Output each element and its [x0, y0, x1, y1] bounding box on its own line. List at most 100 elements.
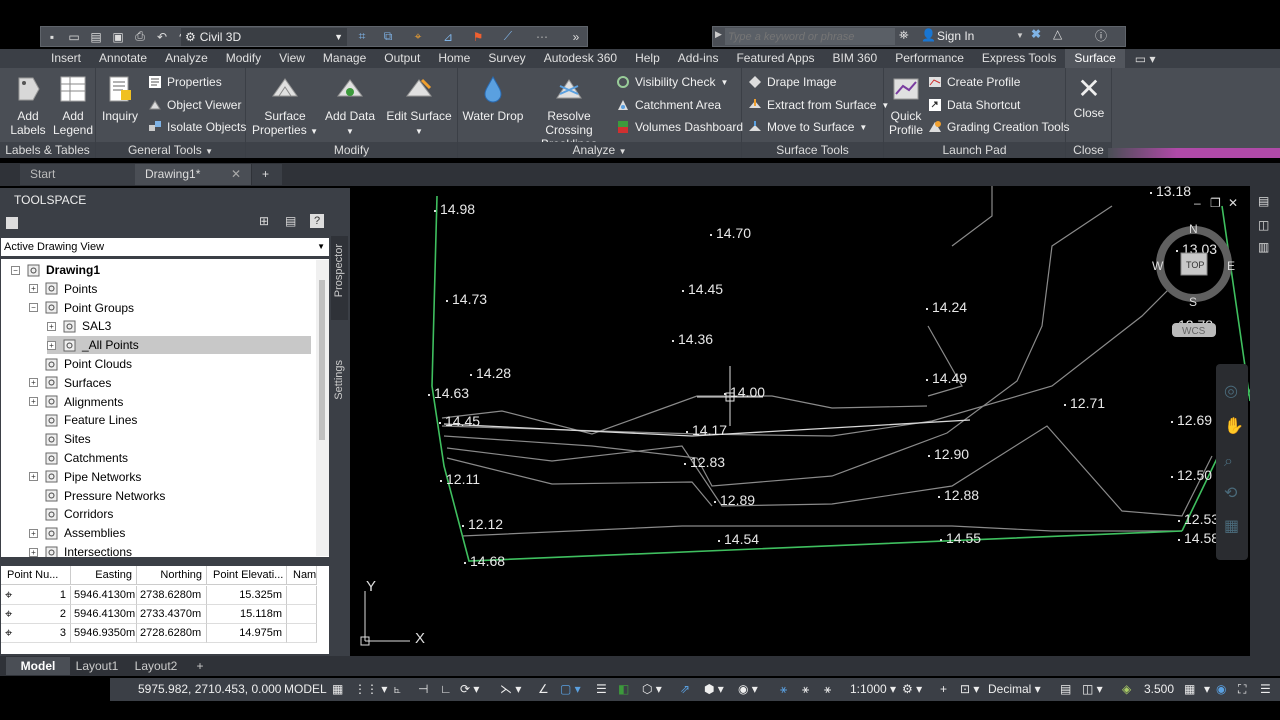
tree-item[interactable]: Point Clouds	[29, 355, 132, 373]
tree-item[interactable]: − Point Groups	[29, 299, 134, 317]
elevation-label[interactable]: 12.11	[446, 471, 480, 487]
water-drop-button[interactable]: Water Drop	[462, 74, 524, 123]
column-header[interactable]: Easting	[71, 566, 137, 585]
tree-item[interactable]: + Surfaces	[29, 374, 111, 392]
expander-icon[interactable]: +	[29, 284, 38, 294]
dynamic-ucs-icon[interactable]: ⬢ ▾	[704, 678, 724, 701]
elevation-label[interactable]: 14.49	[932, 370, 967, 386]
group-title-analyze[interactable]: Analyze ▼	[458, 142, 741, 158]
tab-survey[interactable]: Survey	[479, 49, 534, 68]
tab-home[interactable]: Home	[429, 49, 479, 68]
grid-icon[interactable]: ▦	[332, 678, 343, 701]
annotation-scale-icon[interactable]: ⚹	[824, 678, 831, 701]
tree-item[interactable]: + Points	[29, 280, 97, 298]
create-profile-button[interactable]: Create Profile	[928, 75, 1020, 89]
elevation-label[interactable]: 13.18	[1156, 183, 1191, 199]
drawing-viewport[interactable]: 14.98 14.70 14.73 14.45 14.24 14.36 14.28 14.00…	[352, 183, 1253, 656]
tab-annotate[interactable]: Annotate	[90, 49, 156, 68]
expander-icon[interactable]: +	[47, 321, 56, 331]
tree-item[interactable]: Corridors	[29, 505, 113, 523]
table-row[interactable]: ⌖ 1 5946.4130m 2738.6280m 15.325m	[1, 586, 329, 605]
point-marker[interactable]	[724, 393, 726, 395]
binoculars-icon[interactable]: ⛯	[899, 28, 909, 43]
point-marker[interactable]	[684, 463, 686, 465]
tab-start[interactable]: Start	[20, 164, 140, 185]
ortho-icon[interactable]: ∟	[440, 678, 452, 701]
app-menu-icon[interactable]: ▪	[41, 27, 63, 46]
tab-output[interactable]: Output	[375, 49, 429, 68]
hardware-acceleration-icon[interactable]: ◉	[1216, 678, 1226, 701]
table-row[interactable]: ⌖ 3 5946.9350m 2728.6280m 14.975m	[1, 624, 329, 643]
tree-item[interactable]: + Assemblies	[29, 524, 125, 542]
close-icon[interactable]: ✕	[1228, 196, 1238, 210]
layers-icon[interactable]: ◫	[1258, 218, 1269, 232]
orbit-icon[interactable]: ⟲	[1224, 483, 1238, 502]
tree-scrollbar[interactable]	[316, 260, 329, 556]
open-icon[interactable]: ▤	[85, 27, 107, 46]
point-marker[interactable]	[928, 455, 930, 457]
tab-insert[interactable]: Insert	[42, 49, 90, 68]
elevation-label[interactable]: 12.89	[720, 492, 755, 508]
quick-properties-toggle-icon[interactable]: ▤	[1060, 678, 1071, 701]
lineweight-icon[interactable]: ☰	[596, 678, 607, 701]
edit-surface-button[interactable]: Edit Surface ▼	[384, 74, 454, 139]
surface-tool-icon[interactable]: ⚑	[467, 27, 489, 46]
expander-icon[interactable]: +	[29, 547, 38, 557]
tree-item[interactable]: + _All Points	[47, 336, 311, 355]
data-shortcut-button[interactable]: Data Shortcut	[928, 98, 1020, 112]
search-input[interactable]	[725, 28, 895, 45]
tab-model[interactable]: Model	[6, 657, 70, 675]
plot-icon[interactable]: ⎙	[129, 27, 151, 46]
tree-item[interactable]: + SAL3	[47, 317, 111, 335]
workspace-gear-icon[interactable]: ⚙ ▾	[902, 678, 922, 701]
tree-item[interactable]: Sites	[29, 430, 91, 448]
restore-icon[interactable]: ❐	[1210, 196, 1221, 210]
match-props-icon[interactable]: ⌗	[351, 27, 373, 46]
undo-icon[interactable]: ↶	[151, 27, 173, 46]
tab-help[interactable]: Help	[626, 49, 669, 68]
elevation-label[interactable]: 14.55	[946, 530, 981, 546]
elevation-label[interactable]: 14.45	[445, 413, 480, 429]
tree-item[interactable]: − Drawing1	[11, 261, 100, 279]
elevation-label[interactable]: 14.70	[716, 225, 751, 241]
tab-add-ins[interactable]: Add-ins	[669, 49, 728, 68]
elevation-label[interactable]: 14.68	[470, 553, 505, 569]
add-legend-button[interactable]: Add Legend	[50, 74, 96, 137]
quick-profile-button[interactable]: Quick Profile	[886, 74, 926, 137]
points-tool-icon[interactable]: ⌖	[407, 27, 429, 46]
volumes-dashboard-button[interactable]: Volumes Dashboard	[616, 120, 743, 134]
tree-item[interactable]: Catchments	[29, 449, 128, 467]
viewcube-n[interactable]: N	[1189, 222, 1198, 236]
expander-icon[interactable]: +	[29, 397, 38, 407]
point-marker[interactable]	[718, 540, 720, 542]
tab-featured-apps[interactable]: Featured Apps	[727, 49, 823, 68]
infer-icon[interactable]: ⦜	[394, 678, 401, 701]
add-data-button[interactable]: Add Data ▼	[322, 74, 378, 139]
osnap-tracking-icon[interactable]: ∠	[538, 678, 549, 701]
osnap-icon[interactable]: ▢ ▾	[560, 678, 581, 701]
isolate-objects-button[interactable]: Isolate Objects	[148, 120, 246, 134]
isodraft-icon[interactable]: ⋋ ▾	[500, 678, 521, 701]
point-marker[interactable]	[1176, 250, 1178, 252]
elevation-label[interactable]: 12.71	[1070, 395, 1105, 411]
pipe-tool-icon[interactable]: ⋯	[531, 27, 553, 46]
point-marker[interactable]	[940, 539, 942, 541]
tab-analyze[interactable]: Analyze	[156, 49, 217, 68]
point-marker[interactable]	[1178, 539, 1180, 541]
column-header[interactable]: Point Nu...	[1, 566, 71, 585]
elevation-label[interactable]: 12.53	[1184, 511, 1219, 527]
tab-modify[interactable]: Modify	[217, 49, 270, 68]
elevation-label[interactable]: 14.45	[688, 281, 723, 297]
point-marker[interactable]	[1150, 192, 1152, 194]
annotation-visibility-icon[interactable]: ⚹	[780, 678, 787, 701]
viewcube-e[interactable]: E	[1227, 259, 1235, 273]
point-marker[interactable]	[1178, 520, 1180, 522]
drape-image-button[interactable]: Drape Image	[748, 75, 836, 89]
column-header[interactable]: Nam	[287, 566, 317, 585]
tab-layout1[interactable]: Layout1	[70, 657, 124, 675]
alignment-tool-icon[interactable]: ⟋	[497, 27, 519, 46]
elevation-label[interactable]: 12.90	[934, 446, 969, 462]
profile-tool-icon[interactable]: ⊿	[437, 27, 459, 46]
tree-item[interactable]: + Intersections	[29, 543, 132, 557]
elevation-label[interactable]: 14.17	[692, 422, 727, 438]
